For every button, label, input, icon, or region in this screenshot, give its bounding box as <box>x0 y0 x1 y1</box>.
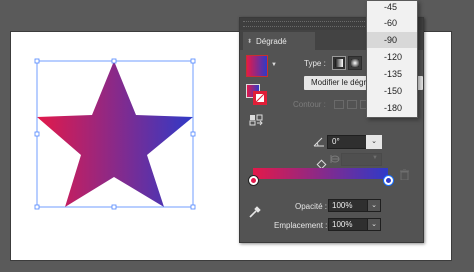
selection-handle[interactable] <box>111 58 117 64</box>
tab-gradient-label: Dégradé <box>256 36 287 46</box>
selection-handle[interactable] <box>34 58 40 64</box>
stroke-within-icon[interactable] <box>334 100 344 109</box>
stroke-swatch[interactable] <box>253 91 267 105</box>
angle-option[interactable]: -150 <box>367 83 417 99</box>
selection-handle[interactable] <box>34 204 40 210</box>
chevron-down-icon[interactable]: ▼ <box>372 155 378 161</box>
angle-option[interactable]: -120 <box>367 49 417 65</box>
angle-icon <box>313 137 324 147</box>
selection-handle[interactable] <box>190 131 196 137</box>
gradient-stop-start[interactable] <box>249 176 258 185</box>
selection-handle[interactable] <box>190 204 196 210</box>
angle-option[interactable]: -180 <box>367 100 417 116</box>
radial-gradient-button[interactable] <box>348 56 362 70</box>
trash-icon[interactable] <box>400 169 409 180</box>
angle-option[interactable]: -45 <box>367 0 417 15</box>
location-label: Emplacement : <box>274 221 328 230</box>
location-dropdown-button[interactable]: ⌄ <box>367 218 381 231</box>
chevron-down-icon[interactable]: ▼ <box>271 62 277 68</box>
angle-options-list: -45 -60 -90 -120 -135 -150 -180 <box>366 0 418 118</box>
angle-option[interactable]: -60 <box>367 15 417 31</box>
eyedropper-icon[interactable] <box>248 205 262 219</box>
gradient-slider[interactable] <box>253 168 388 179</box>
stroke-along-icon[interactable] <box>347 100 357 109</box>
linear-gradient-icon <box>335 59 343 67</box>
angle-option[interactable]: -90 <box>367 32 417 48</box>
swap-fill-stroke-icon[interactable] <box>249 114 263 126</box>
type-label: Type : <box>304 59 326 68</box>
angle-dropdown-button[interactable]: ⌄ <box>366 135 382 149</box>
selection-handle[interactable] <box>111 204 117 210</box>
opacity-input[interactable]: 100% <box>328 199 368 212</box>
star-shape[interactable] <box>37 61 193 207</box>
angle-option[interactable]: -135 <box>367 66 417 82</box>
tab-gradient[interactable]: ⬍ Dégradé <box>243 32 315 50</box>
location-input[interactable]: 100% <box>328 218 368 231</box>
linear-gradient-button[interactable] <box>332 56 346 70</box>
opacity-dropdown-button[interactable]: ⌄ <box>367 199 381 212</box>
collapse-arrows-icon[interactable]: ⬍ <box>247 38 252 45</box>
selection-handle[interactable] <box>34 131 40 137</box>
gradient-swatch[interactable] <box>246 55 268 77</box>
gradient-stop-end[interactable] <box>384 176 393 185</box>
aspect-ratio-icon <box>330 155 340 163</box>
contour-label: Contour : <box>293 100 326 109</box>
radial-gradient-icon <box>351 59 359 67</box>
selection-handle[interactable] <box>190 58 196 64</box>
opacity-label: Opacité : <box>295 202 328 211</box>
